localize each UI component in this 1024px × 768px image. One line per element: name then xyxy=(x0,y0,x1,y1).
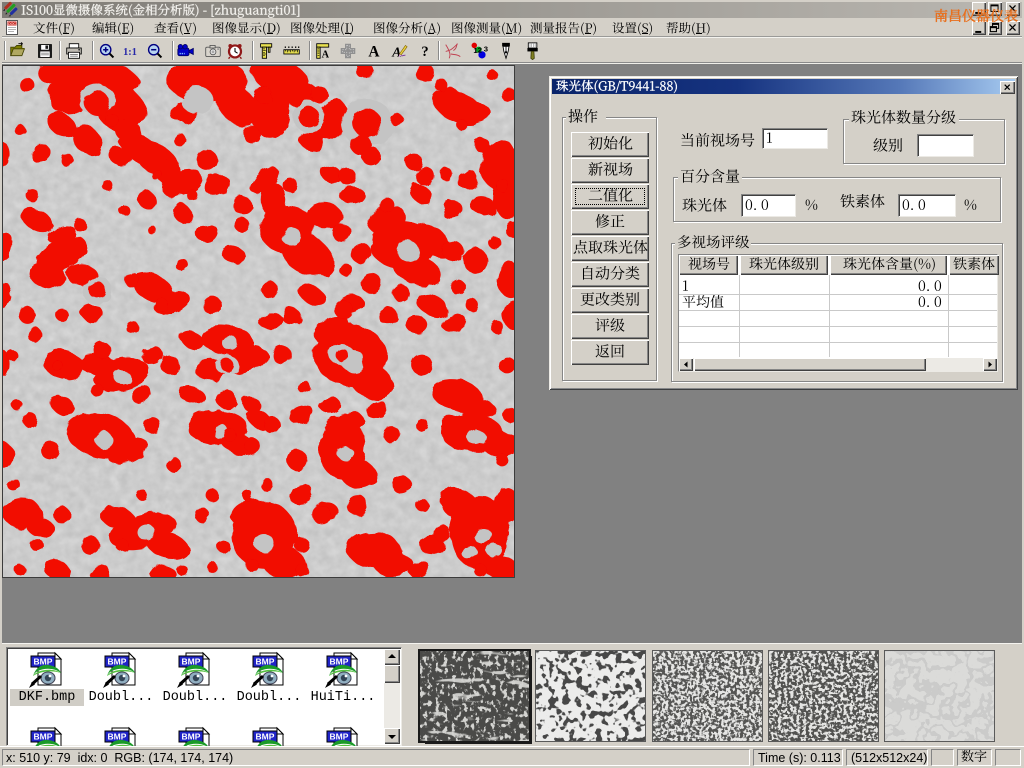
svg-text:BMP: BMP xyxy=(34,657,53,667)
svg-text:2: 2 xyxy=(478,45,482,54)
svg-text:BMP: BMP xyxy=(182,657,201,667)
svg-text:BMP: BMP xyxy=(256,732,275,742)
svg-text:3: 3 xyxy=(484,44,488,53)
svg-text:BMP: BMP xyxy=(108,657,127,667)
svg-text:A: A xyxy=(322,49,330,60)
svg-text:BMP: BMP xyxy=(108,732,127,742)
svg-text:1:1: 1:1 xyxy=(123,47,137,58)
svg-text:BMP: BMP xyxy=(34,732,53,742)
svg-text:BMP: BMP xyxy=(182,732,201,742)
svg-text:DOC: DOC xyxy=(8,22,16,26)
svg-text:A: A xyxy=(391,45,401,60)
svg-text:BMP: BMP xyxy=(330,732,349,742)
svg-text:?: ? xyxy=(421,44,428,60)
svg-text:BMP: BMP xyxy=(330,657,349,667)
svg-text:A: A xyxy=(368,44,380,60)
svg-text:BMP: BMP xyxy=(256,657,275,667)
